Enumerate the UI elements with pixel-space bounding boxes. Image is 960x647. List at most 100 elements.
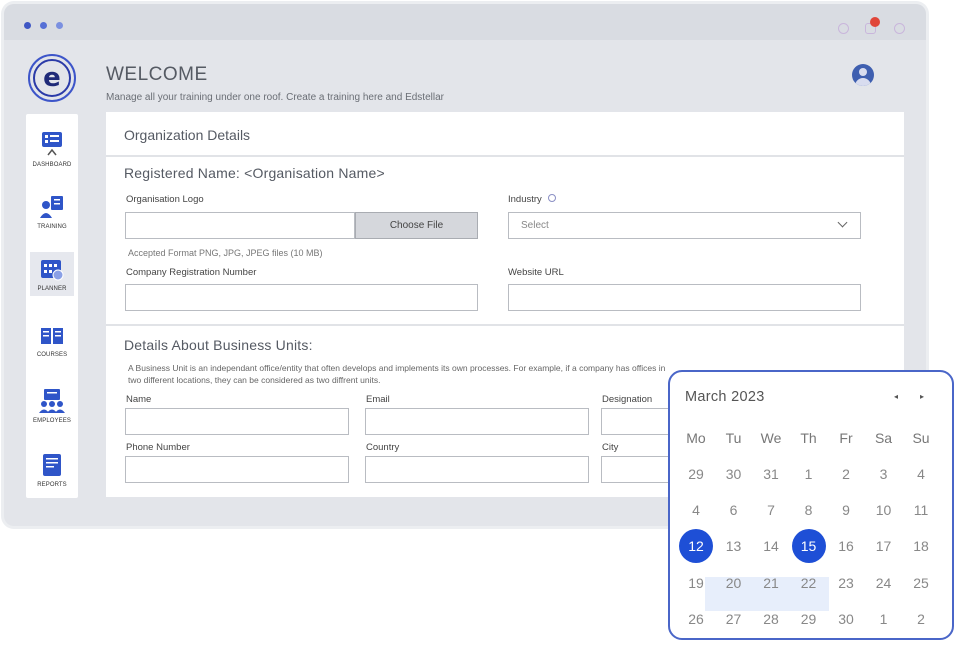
industry-label: Industry xyxy=(508,194,556,205)
industry-placeholder: Select xyxy=(521,220,549,231)
calendar-day[interactable]: 25 xyxy=(902,565,940,601)
sidebar-item-dashboard[interactable]: DASHBOARD xyxy=(26,126,78,172)
training-icon xyxy=(40,196,63,218)
selected-date-circle: 15 xyxy=(791,529,826,564)
calendar-day[interactable]: 7 xyxy=(752,492,790,528)
industry-select[interactable]: Select xyxy=(508,212,861,239)
calendar-day[interactable]: 26 xyxy=(677,601,715,637)
calendar-day[interactable]: 16 xyxy=(827,528,865,564)
company-reg-label: Company Registration Number xyxy=(126,267,257,278)
name-input[interactable] xyxy=(125,408,349,435)
window-dot-icon[interactable] xyxy=(24,22,31,29)
calendar-day[interactable]: 19 xyxy=(677,565,715,601)
courses-icon xyxy=(41,328,63,344)
dashboard-icon xyxy=(42,132,62,156)
accepted-format-hint: Accepted Format PNG, JPG, JPEG files (10… xyxy=(128,248,323,258)
card-title: Organization Details xyxy=(124,127,251,143)
settings-icon[interactable] xyxy=(894,23,905,34)
calendar-day[interactable]: 20 xyxy=(715,565,753,601)
company-reg-input[interactable] xyxy=(125,284,478,311)
phone-input[interactable] xyxy=(125,456,349,483)
page-subtitle: Manage all your training under one roof.… xyxy=(106,92,444,103)
calendar-day[interactable]: 4 xyxy=(677,492,715,528)
date-picker: March 2023 ◂ ▸ Mo Tu We Th Fr Sa Su 29 30 31 1 2 3 4 4… xyxy=(668,370,954,640)
calendar-day[interactable]: 31 xyxy=(752,456,790,492)
calendar-day[interactable]: 29 xyxy=(790,601,828,637)
chevron-down-icon xyxy=(837,217,848,228)
logo-label: Organisation Logo xyxy=(126,194,204,205)
selected-date-circle: 12 xyxy=(679,529,713,564)
calendar-day[interactable]: 4 xyxy=(902,456,940,492)
sidebar: DASHBOARD TRAINING PLANNER COURSES EMPLO… xyxy=(26,114,78,498)
logo-letter: e xyxy=(33,59,71,97)
calendar-day[interactable]: 11 xyxy=(902,492,940,528)
calendar-day[interactable]: 3 xyxy=(865,456,903,492)
user-avatar[interactable] xyxy=(852,64,874,86)
sidebar-item-employees[interactable]: EMPLOYEES xyxy=(26,384,78,428)
calendar-day[interactable]: 23 xyxy=(827,565,865,601)
weekday-header: Th xyxy=(800,430,817,446)
next-month-icon[interactable]: ▸ xyxy=(920,392,924,401)
calendar-day[interactable]: 9 xyxy=(827,492,865,528)
selected-date[interactable]: 15 xyxy=(790,528,828,564)
selected-date[interactable]: 12 xyxy=(677,528,715,564)
prev-month-icon[interactable]: ◂ xyxy=(894,392,898,401)
calendar-day[interactable]: 18 xyxy=(902,528,940,564)
website-label: Website URL xyxy=(508,267,564,278)
business-units-heading: Details About Business Units: xyxy=(124,337,313,353)
sidebar-item-reports[interactable]: REPORTS xyxy=(26,448,78,492)
logo-file-field[interactable] xyxy=(125,212,355,239)
calendar-day[interactable]: 2 xyxy=(827,456,865,492)
sidebar-item-label: DASHBOARD xyxy=(32,162,72,168)
planner-icon xyxy=(41,260,64,281)
window-dot-icon[interactable] xyxy=(56,22,63,29)
calendar-day[interactable]: 17 xyxy=(865,528,903,564)
weekday-header: We xyxy=(760,430,782,446)
sidebar-item-label: PLANNER xyxy=(37,286,67,292)
weekday-header: Su xyxy=(912,430,930,446)
weekday-header: Tu xyxy=(725,430,742,446)
calendar-day[interactable]: 1 xyxy=(790,456,828,492)
title-bar xyxy=(4,4,926,40)
calendar-day[interactable]: 22 xyxy=(790,565,828,601)
calendar-day[interactable]: 30 xyxy=(715,456,753,492)
name-label: Name xyxy=(126,394,152,405)
calendar-day[interactable]: 21 xyxy=(752,565,790,601)
city-label: City xyxy=(602,442,619,453)
calendar-day[interactable]: 27 xyxy=(715,601,753,637)
calendar-day[interactable]: 14 xyxy=(752,528,790,564)
calendar-day[interactable]: 1 xyxy=(865,601,903,637)
calendar-day[interactable]: 6 xyxy=(715,492,753,528)
calendar-day[interactable]: 24 xyxy=(865,565,903,601)
calendar-day[interactable]: 8 xyxy=(790,492,828,528)
weekday-header: Fr xyxy=(839,430,853,446)
sidebar-item-label: EMPLOYEES xyxy=(33,418,71,424)
country-input[interactable] xyxy=(365,456,589,483)
calendar-day[interactable]: 10 xyxy=(865,492,903,528)
calendar-day[interactable]: 30 xyxy=(827,601,865,637)
designation-label: Designation xyxy=(602,394,653,405)
edstellar-logo[interactable]: e xyxy=(28,54,76,102)
phone-label: Phone Number xyxy=(126,442,190,453)
calendar-day[interactable]: 29 xyxy=(677,456,715,492)
choose-file-button[interactable]: Choose File xyxy=(355,212,478,239)
weekday-header: Sa xyxy=(874,430,893,446)
divider xyxy=(106,324,904,326)
sidebar-item-label: COURSES xyxy=(36,352,68,358)
email-input[interactable] xyxy=(365,408,589,435)
window-dot-icon[interactable] xyxy=(40,22,47,29)
info-icon[interactable] xyxy=(547,194,556,203)
sidebar-item-label: REPORTS xyxy=(37,482,67,488)
reports-icon xyxy=(43,454,61,476)
calendar-day[interactable]: 13 xyxy=(715,528,753,564)
website-input[interactable] xyxy=(508,284,861,311)
sidebar-item-courses[interactable]: COURSES xyxy=(26,320,78,362)
calendar-day[interactable]: 28 xyxy=(752,601,790,637)
calendar-day[interactable]: 2 xyxy=(902,601,940,637)
sidebar-item-planner[interactable]: PLANNER xyxy=(26,252,78,296)
divider xyxy=(106,155,904,157)
calendar-month: March 2023 xyxy=(685,389,765,405)
email-label: Email xyxy=(366,394,390,405)
search-icon[interactable] xyxy=(838,23,849,34)
sidebar-item-training[interactable]: TRAINING xyxy=(26,190,78,234)
